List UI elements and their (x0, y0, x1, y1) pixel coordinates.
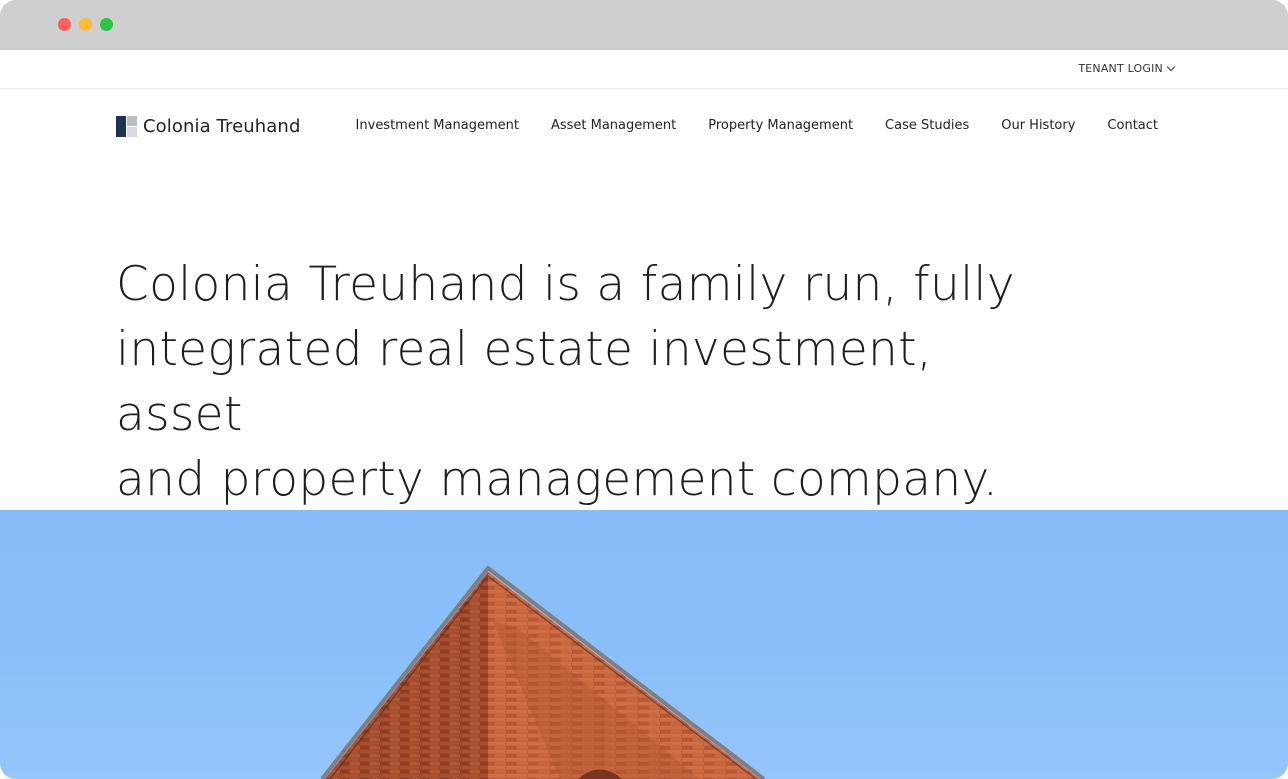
hero-image (0, 510, 1288, 779)
minimize-window-button[interactable] (79, 18, 92, 31)
chevron-down-icon (1166, 62, 1176, 71)
utility-bar: TENANT LOGIN (0, 50, 1288, 89)
logo-text: Colonia Treuhand (143, 116, 301, 137)
main-nav: Investment Management Asset Management P… (356, 118, 1158, 133)
maximize-window-button[interactable] (100, 18, 113, 31)
brick-building-illustration (320, 565, 766, 779)
hero-headline: Colonia Treuhand is a family run, fully … (116, 252, 1016, 512)
logo-mark-icon (116, 116, 137, 137)
hero-headline-line: integrated real estate investment, asset (116, 322, 933, 442)
nav-item-asset-management[interactable]: Asset Management (551, 118, 676, 133)
nav-item-investment-management[interactable]: Investment Management (356, 118, 519, 133)
nav-item-contact[interactable]: Contact (1107, 118, 1158, 133)
tenant-login-label: TENANT LOGIN (1078, 62, 1163, 75)
nav-item-our-history[interactable]: Our History (1001, 118, 1075, 133)
browser-window: TENANT LOGIN Colonia Treuhand Investment… (0, 0, 1288, 779)
site-logo[interactable]: Colonia Treuhand (116, 116, 300, 137)
hero-headline-line: Colonia Treuhand is a family run, fully (116, 257, 1015, 312)
close-window-button[interactable] (58, 18, 71, 31)
nav-item-property-management[interactable]: Property Management (708, 118, 853, 133)
hero-headline-line: and property management company. (116, 452, 999, 507)
tenant-login-dropdown[interactable]: TENANT LOGIN (1078, 62, 1176, 75)
nav-item-case-studies[interactable]: Case Studies (885, 118, 969, 133)
site-header: Colonia Treuhand Investment Management A… (0, 89, 1288, 167)
browser-chrome (0, 0, 1288, 50)
